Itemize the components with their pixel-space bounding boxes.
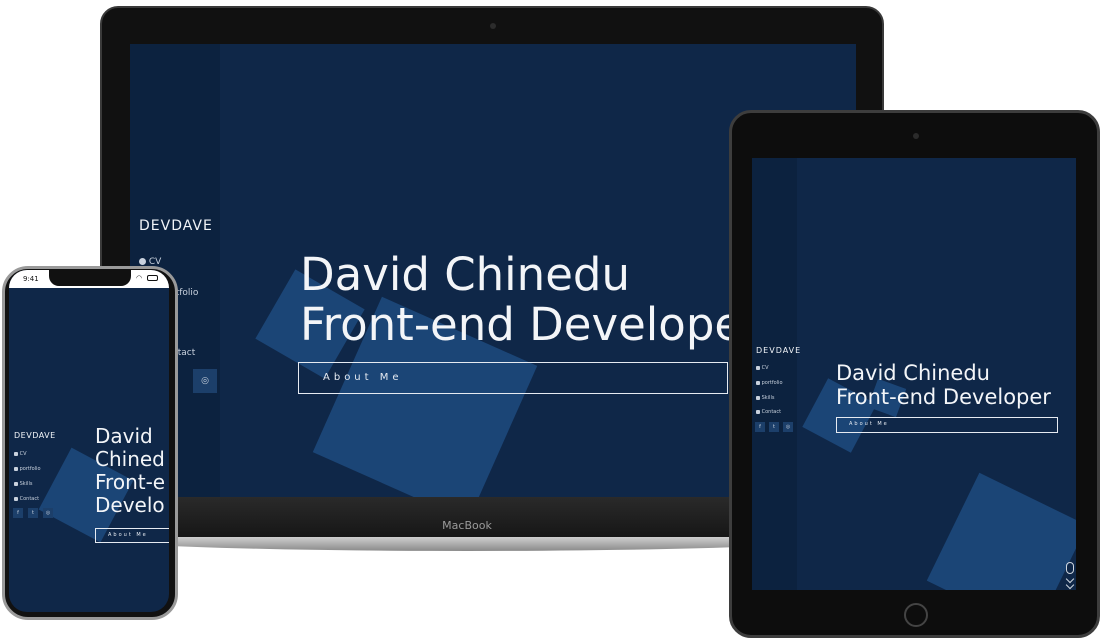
phone-screen: DEVDAVE CV portfolio Skills Contact f t … <box>9 270 169 612</box>
twitter-icon[interactable]: t <box>769 422 779 432</box>
nav-item-portfolio[interactable]: portfolio <box>14 466 41 472</box>
share-icon <box>756 380 760 385</box>
nav-item-skills[interactable]: Skills <box>14 481 32 487</box>
hero-title: David Chinedu Front-end Develope <box>300 248 743 352</box>
instagram-icon[interactable]: ◎ <box>783 422 793 432</box>
contact-icon <box>14 496 18 501</box>
wifi-icon: ◠ <box>136 274 143 282</box>
chevron-down-icon <box>1065 580 1075 590</box>
hero-title: David Chined Front-e Develo <box>95 424 166 517</box>
instagram-icon[interactable]: ◎ <box>193 369 217 393</box>
phone-notch <box>49 270 131 286</box>
hero-title: David Chinedu Front-end Developer <box>836 361 1051 409</box>
battery-icon <box>147 275 158 281</box>
laptop-camera <box>490 23 496 29</box>
tablet-screen: DEVDAVE CV portfolio Skills Contact f t … <box>752 158 1076 590</box>
share-icon <box>14 466 18 471</box>
nav-item-cv[interactable]: CV <box>14 451 27 457</box>
user-icon <box>756 365 760 370</box>
contact-icon <box>756 409 760 414</box>
facebook-icon[interactable]: f <box>13 508 23 518</box>
instagram-icon[interactable]: ◎ <box>43 508 53 518</box>
user-icon <box>139 258 146 265</box>
nav-item-contact[interactable]: Contact <box>14 496 39 502</box>
nav-item-contact[interactable]: Contact <box>756 409 781 415</box>
nav-item-skills[interactable]: Skills <box>756 395 774 401</box>
tablet-sidebar: DEVDAVE CV portfolio Skills Contact f t … <box>752 158 800 590</box>
status-time: 9:41 <box>23 275 39 283</box>
site-brand[interactable]: DEVDAVE <box>14 431 56 440</box>
scroll-mouse-icon <box>1066 562 1074 574</box>
about-me-button[interactable]: About Me <box>95 528 169 543</box>
keyboard-icon <box>756 395 760 400</box>
keyboard-icon <box>14 481 18 486</box>
twitter-icon[interactable]: t <box>28 508 38 518</box>
site-brand[interactable]: DEVDAVE <box>756 346 801 355</box>
about-me-button[interactable]: About Me <box>298 362 728 394</box>
nav-item-cv[interactable]: CV <box>756 365 769 371</box>
tablet-camera <box>913 133 919 139</box>
home-button <box>904 603 928 627</box>
nav-item-portfolio[interactable]: portfolio <box>756 380 783 386</box>
device-mockup-stage: DEVDAVE CV rtfolio ntact ◎ David Chinedu… <box>0 0 1102 643</box>
about-me-button[interactable]: About Me <box>836 417 1058 433</box>
facebook-icon[interactable]: f <box>755 422 765 432</box>
status-bar: 9:41 ◠ <box>9 270 169 288</box>
site-brand[interactable]: DEVDAVE <box>139 218 213 234</box>
bg-shape <box>926 472 1076 590</box>
user-icon <box>14 451 18 456</box>
